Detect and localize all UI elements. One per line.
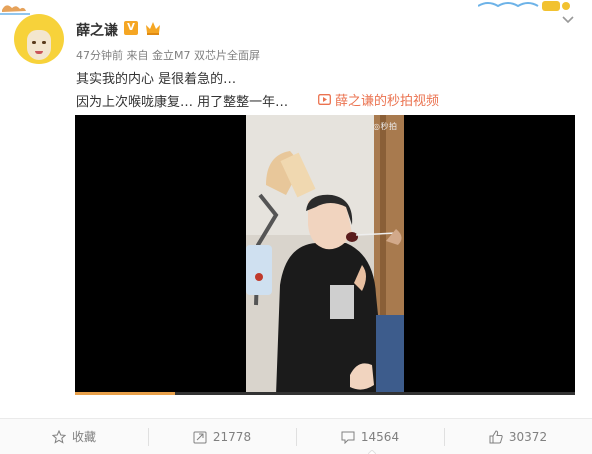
post-text-line: 因为上次喉咙康复… 用了整整一年…: [76, 95, 289, 110]
video-watermark: ◎秒拍: [373, 122, 398, 131]
cloud-decoration: [478, 1, 570, 11]
username[interactable]: 薛之谦: [76, 20, 118, 40]
verified-badge[interactable]: V: [124, 21, 138, 35]
video-progress-fill: [75, 392, 175, 395]
repost-count: 21778: [212, 429, 252, 444]
avatar[interactable]: [14, 14, 64, 64]
video-link-label: 薛之谦的秒拍视频: [335, 94, 440, 109]
repost-button[interactable]: 21778: [148, 419, 296, 454]
video-player[interactable]: ◎秒拍: [75, 115, 575, 395]
comment-count: 14564: [360, 429, 400, 444]
video-play-icon: [318, 94, 331, 105]
video-link[interactable]: 薛之谦的秒拍视频: [318, 90, 439, 109]
avatar-face: [27, 30, 51, 60]
chevron-down-icon[interactable]: [561, 15, 575, 25]
favorite-button[interactable]: 收藏: [0, 419, 148, 454]
action-bar: 收藏 21778 14564 30372: [0, 418, 592, 454]
avatar-eye: [32, 41, 36, 44]
thumbs-up-icon: [489, 429, 503, 443]
avatar-eye: [42, 41, 46, 44]
crown-icon[interactable]: [144, 20, 162, 36]
from-label: 来自: [126, 49, 149, 62]
comment-button[interactable]: 14564: [296, 419, 444, 454]
comment-caret: [368, 450, 376, 454]
post-meta: 47分钟前 来自 金立M7 双芯片全面屏: [76, 47, 260, 63]
post-text-line: 其实我的内心 是很着急的…: [76, 72, 237, 87]
star-icon: [51, 429, 66, 444]
like-button[interactable]: 30372: [444, 419, 592, 454]
video-frame: [246, 115, 404, 395]
video-progress-track[interactable]: [75, 392, 575, 395]
like-count: 30372: [508, 429, 548, 444]
post-source[interactable]: 金立M7 双芯片全面屏: [152, 49, 260, 62]
favorite-label: 收藏: [71, 430, 96, 444]
comment-icon: [341, 431, 355, 444]
post-time[interactable]: 47分钟前: [76, 49, 123, 62]
repost-icon: [193, 431, 207, 443]
